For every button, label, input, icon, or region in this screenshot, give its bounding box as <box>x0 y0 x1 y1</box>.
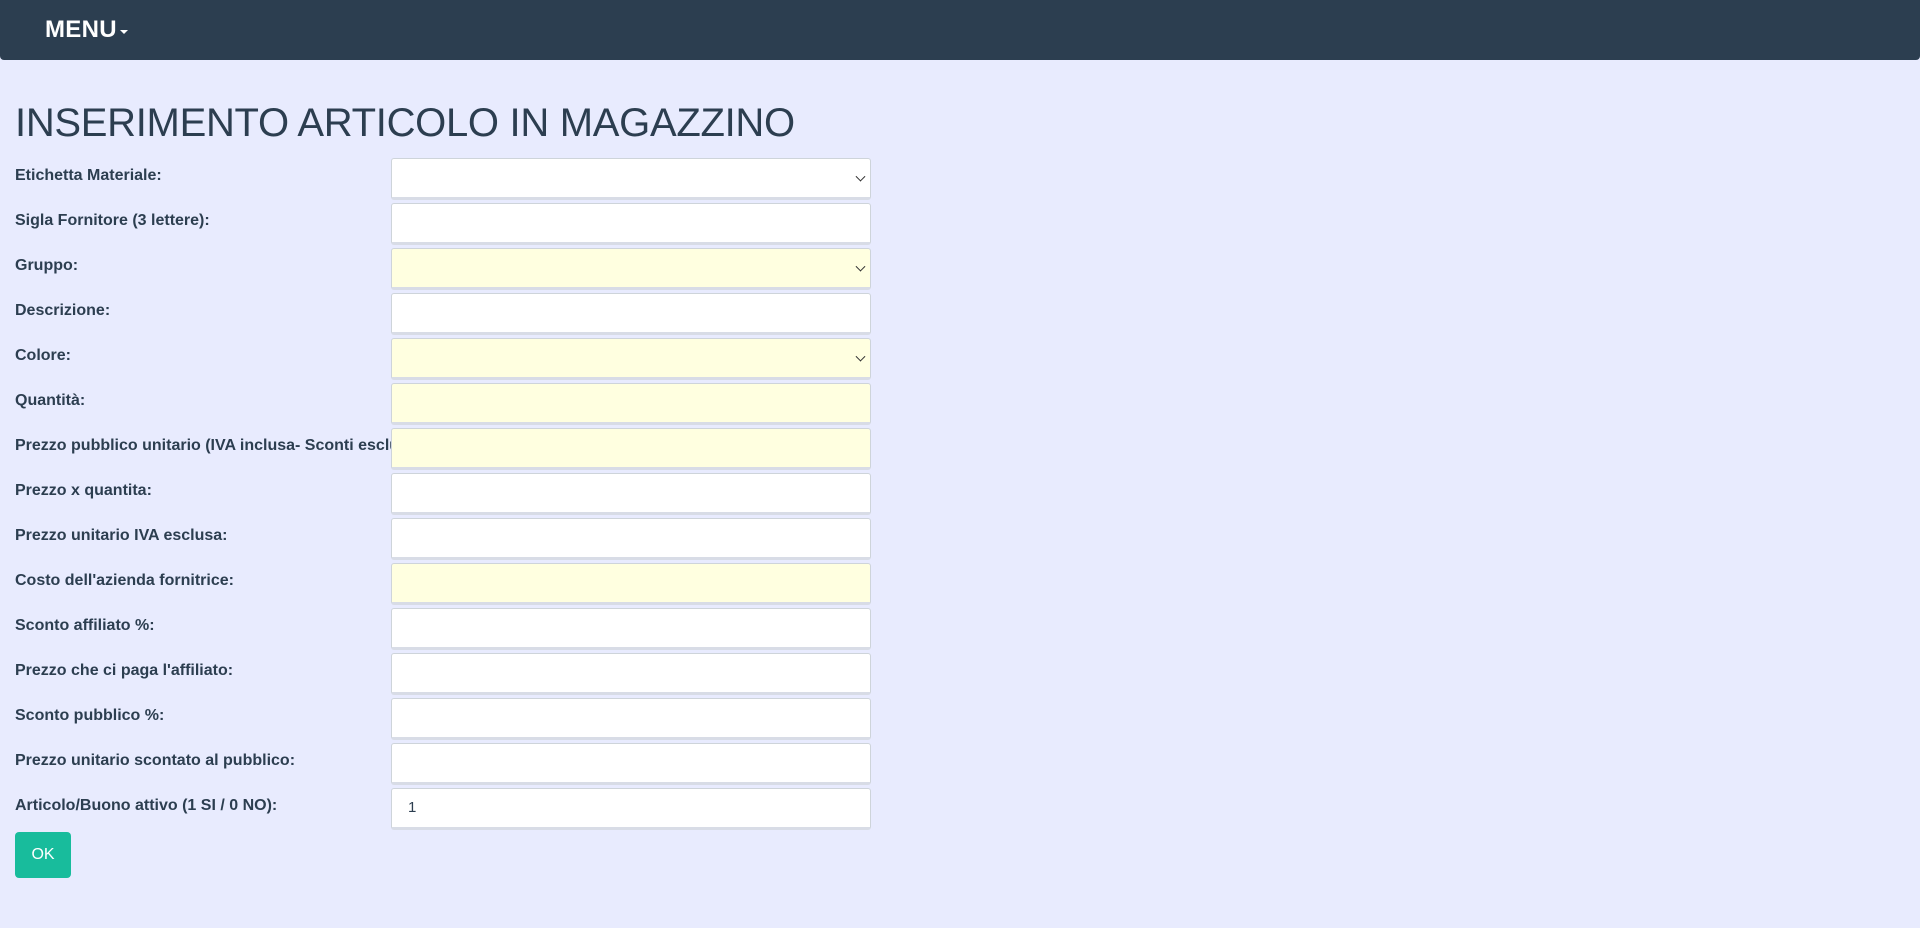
text-input[interactable]: 1 <box>391 787 871 830</box>
menu-label: MENU <box>45 16 117 43</box>
select-field[interactable] <box>391 157 871 200</box>
text-input[interactable] <box>391 652 871 695</box>
form-row: Colore: <box>15 336 1905 381</box>
field-label: Gruppo: <box>15 256 79 274</box>
text-input[interactable] <box>391 427 871 470</box>
text-input[interactable] <box>391 382 871 425</box>
form-row: Sconto pubblico %: <box>15 696 1905 741</box>
field-label: Descrizione: <box>15 301 111 319</box>
chevron-down-icon <box>855 261 866 272</box>
field-label: Prezzo unitario IVA esclusa: <box>15 526 228 544</box>
text-input[interactable] <box>391 697 871 740</box>
form-row: Descrizione: <box>15 291 1905 336</box>
text-input[interactable] <box>391 472 871 515</box>
field-label: Prezzo unitario scontato al pubblico: <box>15 751 296 769</box>
form-row: Gruppo: <box>15 246 1905 291</box>
field-label: Prezzo pubblico unitario (IVA inclusa- S… <box>15 436 424 454</box>
select-field[interactable] <box>391 337 871 380</box>
text-input[interactable] <box>391 742 871 785</box>
field-label: Colore: <box>15 346 71 364</box>
form-fields: Etichetta Materiale: Sigla Fornitore (3 l… <box>15 156 1905 831</box>
input-value: 1 <box>408 799 417 816</box>
text-input[interactable] <box>391 607 871 650</box>
field-label: Prezzo x quantita: <box>15 481 152 499</box>
field-label: Articolo/Buono attivo (1 SI / 0 NO): <box>15 796 278 814</box>
field-label: Quantità: <box>15 391 86 409</box>
field-label: Costo dell'azienda fornitrice: <box>15 571 234 589</box>
field-label: Sconto pubblico %: <box>15 706 165 724</box>
form-row: Etichetta Materiale: <box>15 156 1905 201</box>
top-navbar: MENU <box>0 0 1920 60</box>
main-content: INSERIMENTO ARTICOLO IN MAGAZZINO Etiche… <box>0 100 1920 878</box>
chevron-down-icon <box>855 171 866 182</box>
form-row: Costo dell'azienda fornitrice: <box>15 561 1905 606</box>
select-field[interactable] <box>391 247 871 290</box>
form-row: Prezzo che ci paga l'affiliato: <box>15 651 1905 696</box>
form-row: Quantità: <box>15 381 1905 426</box>
page-title: INSERIMENTO ARTICOLO IN MAGAZZINO <box>15 101 795 145</box>
form-row: Prezzo unitario IVA esclusa: <box>15 516 1905 561</box>
field-label: Sigla Fornitore (3 lettere): <box>15 211 210 229</box>
field-label: Sconto affiliato %: <box>15 616 155 634</box>
field-label: Prezzo che ci paga l'affiliato: <box>15 661 234 679</box>
chevron-down-icon <box>855 351 866 362</box>
caret-down-icon <box>119 30 128 34</box>
text-input[interactable] <box>391 202 871 245</box>
text-input[interactable] <box>391 562 871 605</box>
form-row: Articolo/Buono attivo (1 SI / 0 NO): 1 <box>15 786 1905 831</box>
ok-submit-button[interactable]: OK <box>15 832 71 878</box>
form-row: Sconto affiliato %: <box>15 606 1905 651</box>
form-row: Sigla Fornitore (3 lettere): <box>15 201 1905 246</box>
field-label: Etichetta Materiale: <box>15 166 162 184</box>
article-form: Etichetta Materiale: Sigla Fornitore (3 l… <box>15 156 1905 878</box>
form-row: Prezzo unitario scontato al pubblico: <box>15 741 1905 786</box>
menu-dropdown-toggle[interactable]: MENU <box>45 16 128 44</box>
text-input[interactable] <box>391 517 871 560</box>
text-input[interactable] <box>391 292 871 335</box>
form-row: Prezzo x quantita: <box>15 471 1905 516</box>
form-row: Prezzo pubblico unitario (IVA inclusa- S… <box>15 426 1905 471</box>
